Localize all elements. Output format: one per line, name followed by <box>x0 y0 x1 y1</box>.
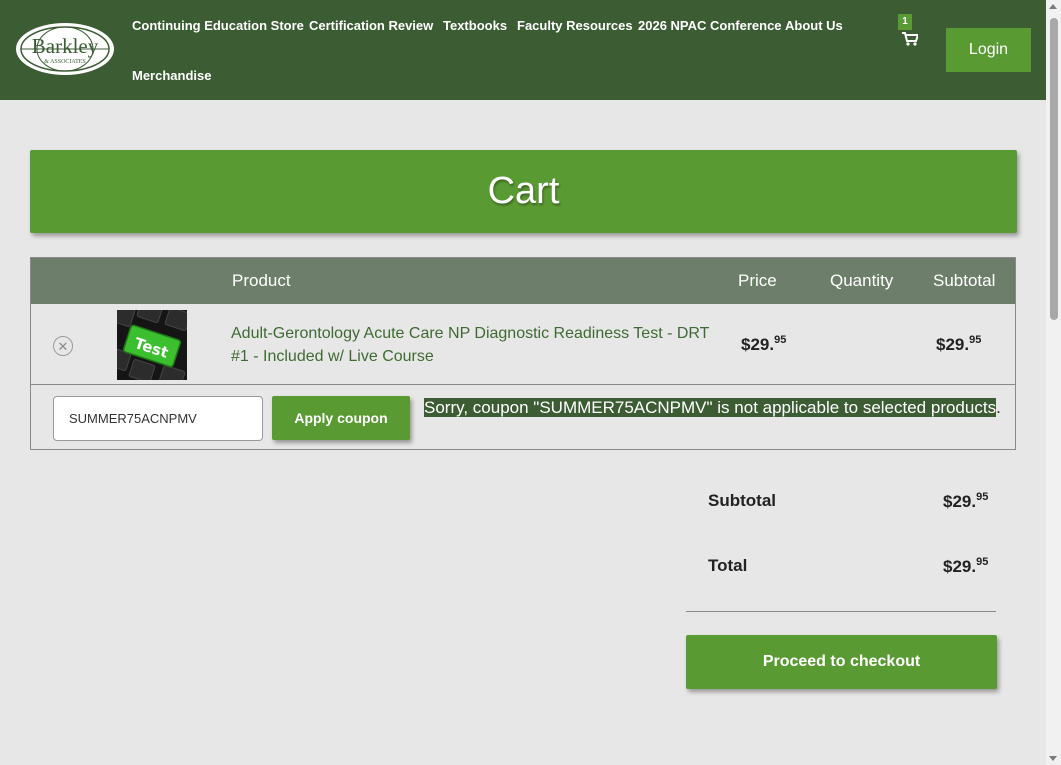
cart-count-badge: 1 <box>898 14 912 30</box>
nav-item-textbooks[interactable]: Textbooks <box>443 18 507 33</box>
column-header-subtotal: Subtotal <box>933 271 996 290</box>
cart-table: Product Price Quantity Subtotal ✕ Test A… <box>30 257 1016 450</box>
item-subtotal-main: $29. <box>936 335 970 354</box>
item-subtotal-cents: 95 <box>969 334 982 346</box>
totals-subtotal-value: $29.95 <box>943 491 988 512</box>
login-button[interactable]: Login <box>946 28 1031 72</box>
coupon-error-text: Sorry, coupon "SUMMER75ACNPMV" is not ap… <box>424 398 997 417</box>
barkley-logo[interactable]: Barkley & ASSOCIATES <box>15 22 115 76</box>
scroll-down-arrow-icon[interactable] <box>1049 756 1057 761</box>
coupon-code-input[interactable] <box>53 396 263 441</box>
page-scrollbar[interactable] <box>1046 0 1061 765</box>
coupon-error-message: Sorry, coupon "SUMMER75ACNPMV" is not ap… <box>424 398 1001 418</box>
table-row: ✕ Test Adult-Gerontology Acute Care NP D… <box>31 304 1015 385</box>
item-price: $29.95 <box>741 334 786 355</box>
totals-divider <box>686 611 996 612</box>
totals-total-label: Total <box>708 556 748 575</box>
totals-total-main: $29. <box>943 557 977 576</box>
apply-coupon-button[interactable]: Apply coupon <box>272 396 410 440</box>
nav-item-continuing-education-store[interactable]: Continuing Education Store <box>132 18 304 33</box>
totals-total-value: $29.95 <box>943 556 988 577</box>
nav-item-faculty-resources[interactable]: Faculty Resources <box>517 18 633 33</box>
totals-subtotal-label: Subtotal <box>708 491 776 510</box>
cart-title-banner: Cart <box>30 150 1017 233</box>
nav-item-npac-conference[interactable]: 2026 NPAC Conference <box>638 18 782 33</box>
totals-subtotal-cents: 95 <box>976 491 989 503</box>
logo-text: Barkley <box>32 34 99 58</box>
remove-item-button[interactable]: ✕ <box>53 336 73 356</box>
product-name-link[interactable]: Adult-Gerontology Acute Care NP Diagnost… <box>231 322 711 368</box>
coupon-error-period: . <box>996 398 1001 417</box>
nav-item-about-us[interactable]: About Us <box>785 18 843 33</box>
cart-link[interactable]: 1 <box>898 14 928 54</box>
site-header: Barkley & ASSOCIATES Continuing Educatio… <box>0 0 1046 100</box>
nav-item-merchandise[interactable]: Merchandise <box>132 68 211 83</box>
main-nav: Continuing Education Store Certification… <box>132 0 862 100</box>
cart-icon <box>902 32 918 46</box>
column-header-product: Product <box>232 271 291 290</box>
item-price-cents: 95 <box>774 334 787 346</box>
product-thumbnail[interactable]: Test <box>117 310 187 380</box>
item-subtotal: $29.95 <box>936 334 981 355</box>
proceed-to-checkout-button[interactable]: Proceed to checkout <box>686 635 997 689</box>
scrollbar-thumb[interactable] <box>1050 18 1058 320</box>
coupon-row: Apply coupon Sorry, coupon "SUMMER75ACNP… <box>31 386 1015 449</box>
table-header: Product Price Quantity Subtotal <box>31 258 1015 304</box>
column-header-price: Price <box>738 271 777 290</box>
nav-item-certification-review[interactable]: Certification Review <box>309 18 433 33</box>
logo-subtext: & ASSOCIATES <box>44 59 86 65</box>
scroll-up-arrow-icon[interactable] <box>1049 4 1057 9</box>
totals-total-cents: 95 <box>976 556 989 568</box>
item-price-main: $29. <box>741 335 775 354</box>
page-title: Cart <box>487 170 560 212</box>
totals-subtotal-main: $29. <box>943 492 977 511</box>
column-header-quantity: Quantity <box>830 271 894 290</box>
close-icon: ✕ <box>57 338 69 354</box>
